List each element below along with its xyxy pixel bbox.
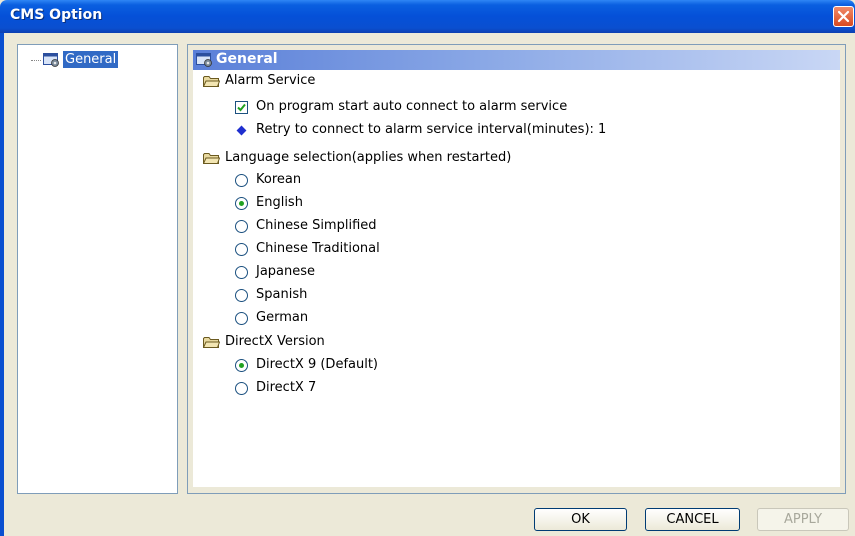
- settings-window-icon: [43, 53, 59, 67]
- retry-interval-item[interactable]: Retry to connect to alarm service interv…: [256, 120, 606, 140]
- title-bar[interactable]: CMS Option: [0, 0, 855, 33]
- radio-chinese-traditional[interactable]: [235, 243, 248, 256]
- apply-button[interactable]: APPLY: [757, 508, 849, 531]
- radio-english[interactable]: [235, 197, 248, 210]
- tree-item-general[interactable]: General: [63, 51, 119, 68]
- window-title: CMS Option: [10, 7, 103, 23]
- radio-directx7-label: DirectX 7: [256, 380, 317, 395]
- close-icon: [837, 10, 850, 23]
- folder-icon: [203, 76, 220, 87]
- window-frame-left: [0, 33, 4, 536]
- radio-directx9-label: DirectX 9 (Default): [256, 357, 379, 372]
- section-header: General: [193, 50, 840, 70]
- group-language-selection[interactable]: Language selection(applies when restarte…: [225, 148, 511, 168]
- section-title: General: [216, 51, 278, 67]
- ok-button[interactable]: OK: [534, 508, 627, 531]
- tree-connector: [31, 60, 41, 61]
- radio-spanish-label: Spanish: [256, 287, 308, 302]
- bullet-diamond-icon: [236, 125, 247, 136]
- property-list: General Alarm Service On program start a…: [193, 50, 840, 487]
- radio-english-label: English: [256, 195, 303, 210]
- auto-connect-label: On program start auto connect to alarm s…: [256, 99, 568, 114]
- cancel-button[interactable]: CANCEL: [645, 508, 740, 531]
- options-window: CMS Option General General Alarm Service…: [0, 0, 855, 536]
- radio-korean-label: Korean: [256, 172, 302, 187]
- radio-directx7[interactable]: [235, 382, 248, 395]
- radio-chinese-simplified-label: Chinese Simplified: [256, 218, 377, 233]
- category-tree: General: [17, 44, 178, 494]
- folder-icon: [203, 337, 220, 348]
- settings-panel: General Alarm Service On program start a…: [187, 44, 846, 494]
- folder-icon: [203, 153, 220, 164]
- group-directx-version[interactable]: DirectX Version: [225, 332, 325, 352]
- radio-german-label: German: [256, 310, 309, 325]
- settings-window-icon: [196, 53, 212, 67]
- radio-chinese-traditional-label: Chinese Traditional: [256, 241, 380, 256]
- group-alarm-service[interactable]: Alarm Service: [225, 71, 315, 91]
- radio-japanese-label: Japanese: [256, 264, 316, 279]
- close-button[interactable]: [833, 6, 854, 27]
- radio-directx9[interactable]: [235, 359, 248, 372]
- radio-japanese[interactable]: [235, 266, 248, 279]
- auto-connect-checkbox[interactable]: [235, 101, 248, 114]
- radio-german[interactable]: [235, 312, 248, 325]
- radio-korean[interactable]: [235, 174, 248, 187]
- radio-chinese-simplified[interactable]: [235, 220, 248, 233]
- radio-spanish[interactable]: [235, 289, 248, 302]
- checkmark-icon: [237, 103, 246, 112]
